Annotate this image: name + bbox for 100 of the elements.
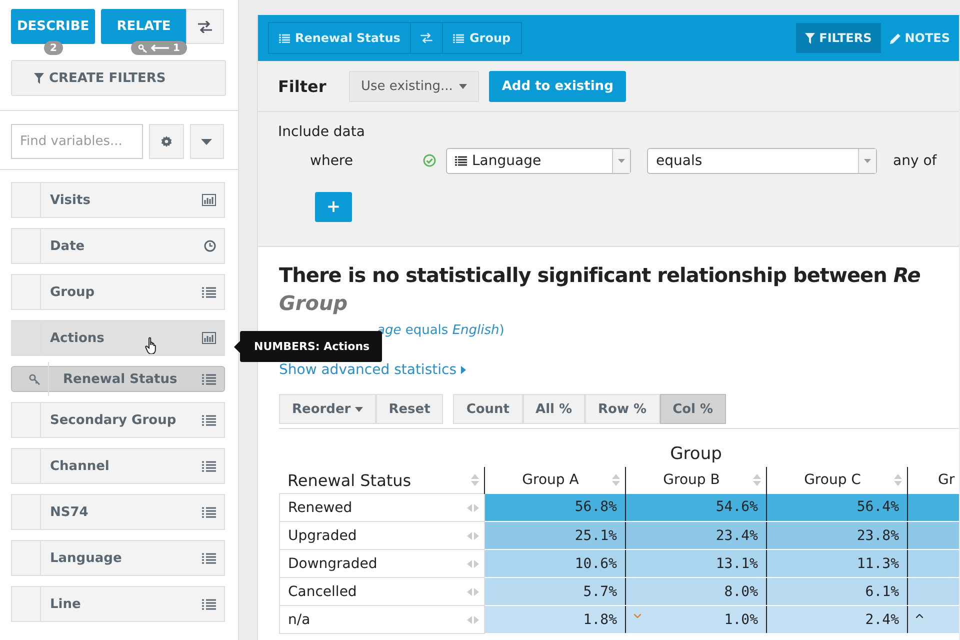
cell-value: 10.6% (574, 556, 617, 572)
list-icon (202, 552, 216, 564)
cell-value: 1.8% (583, 612, 617, 628)
reorder-icon[interactable] (467, 560, 479, 568)
cell-value: 6.1% (865, 584, 900, 600)
cell-value: 23.8% (856, 528, 900, 544)
list-icon (202, 506, 216, 518)
measure-button[interactable]: Row % (585, 394, 660, 424)
arrange-button[interactable]: Reorder (279, 394, 376, 424)
up-chevron-icon (916, 614, 924, 618)
search-field[interactable]: Find variables... (11, 124, 143, 159)
measure-button[interactable]: Col % (660, 394, 726, 424)
row-label: Renewed (288, 500, 352, 516)
clock-icon (204, 240, 216, 252)
variable-item[interactable]: Visits (11, 182, 225, 218)
list-icon (202, 414, 216, 426)
list-icon (202, 460, 216, 472)
column-group-header: Group (670, 444, 722, 464)
column-header: Group C (803, 472, 862, 488)
caret-icon (354, 406, 363, 412)
filter-icon (805, 32, 816, 44)
caret-icon (618, 158, 625, 162)
reorder-icon[interactable] (467, 616, 479, 624)
variable-item[interactable]: Group (11, 274, 225, 310)
cell-value: 5.7% (583, 584, 617, 600)
pencil-icon (890, 32, 901, 44)
caret-icon (201, 138, 212, 144)
swap-icon (420, 33, 434, 43)
tooltip-pointer-icon (234, 340, 240, 352)
key-icon (28, 374, 40, 384)
variable-item[interactable]: Channel (11, 448, 225, 484)
reorder-icon[interactable] (467, 504, 479, 512)
settings-icon (160, 136, 172, 147)
variable-item[interactable]: Line (11, 586, 225, 622)
measure-button[interactable]: Count (453, 394, 523, 424)
column-header: Gr (938, 472, 955, 488)
add-condition-button[interactable]: + (315, 192, 352, 222)
list-icon (202, 598, 216, 610)
cell-value: 56.4% (856, 499, 900, 516)
cell-value: 25.1% (574, 528, 617, 544)
variable-item[interactable]: NS74 (11, 494, 225, 530)
caret-icon (864, 158, 871, 162)
sort-icon[interactable] (612, 473, 620, 488)
row-label: n/a (288, 612, 310, 628)
row-variable-header: Renewal Status (288, 470, 412, 490)
reorder-icon[interactable] (467, 532, 479, 540)
add-to-existing-button[interactable]: Add to existing (488, 70, 626, 102)
cell-value: 56.8% (574, 499, 617, 516)
cell-value: 23.4% (716, 528, 758, 544)
variable-select[interactable]: Language (446, 148, 631, 174)
variable-item[interactable]: Language (11, 540, 225, 576)
arrange-button[interactable]: Reset (376, 394, 444, 424)
column-variable-title: Group (279, 291, 349, 315)
sort-icon[interactable] (471, 473, 479, 487)
mode-button[interactable]: RELATE (101, 9, 186, 44)
column-header: Group B (662, 472, 721, 488)
row-label: Upgraded (288, 528, 357, 544)
column-variable-button[interactable]: Group (443, 23, 521, 53)
where-label: where (310, 152, 354, 168)
swap-icon (198, 20, 212, 32)
create-filters-button[interactable]: CREATE FILTERS (11, 60, 226, 96)
column-header: Group A (521, 472, 580, 488)
key-badge: 1 (130, 41, 187, 55)
cell-value: 8.0% (724, 584, 758, 600)
result-headline: There is no statistically significant relationship between Re (279, 263, 922, 287)
operator-select[interactable]: equals (647, 148, 877, 174)
any-of-label: any of (893, 152, 937, 168)
row-label: Downgraded (288, 556, 378, 572)
row-label: Cancelled (288, 584, 357, 600)
reorder-icon[interactable] (467, 588, 479, 596)
cell-value: 54.6% (716, 499, 758, 516)
mode-button[interactable]: DESCRIBE (11, 9, 96, 44)
hand-cursor-icon (145, 337, 159, 354)
measure-button[interactable]: All % (522, 394, 586, 424)
panel-tab[interactable]: FILTERS (796, 23, 881, 53)
advanced-statistics-link[interactable]: Show advanced statistics (279, 362, 466, 378)
filter-icon (34, 72, 44, 84)
sort-icon[interactable] (753, 473, 761, 488)
cell-value: 11.3% (856, 556, 900, 572)
dropdown-button[interactable] (190, 124, 224, 159)
sort-icon[interactable] (894, 473, 902, 488)
list-icon (202, 374, 216, 384)
list-icon (455, 156, 467, 166)
panel-tab[interactable]: NOTES (880, 23, 959, 53)
cell-value: 1.0% (724, 612, 758, 628)
list-icon (279, 34, 290, 42)
caret-icon (458, 84, 467, 88)
variable-item[interactable]: Secondary Group (11, 402, 225, 438)
down-chevron-icon (634, 614, 641, 618)
variable-item[interactable]: Actions (11, 320, 225, 356)
cell-value: 2.4% (865, 612, 900, 628)
count-badge: 2 (44, 41, 63, 55)
cell-value: 13.1% (716, 556, 758, 572)
use-existing-dropdown[interactable]: Use existing... (349, 70, 479, 102)
list-icon (453, 34, 464, 42)
settings-button[interactable] (149, 124, 184, 159)
bar-chart-icon (202, 194, 216, 206)
tooltip: NUMBERS: Actions (240, 331, 382, 362)
variable-item[interactable]: Date (11, 228, 225, 264)
row-variable-button[interactable]: Renewal Status (269, 23, 412, 53)
